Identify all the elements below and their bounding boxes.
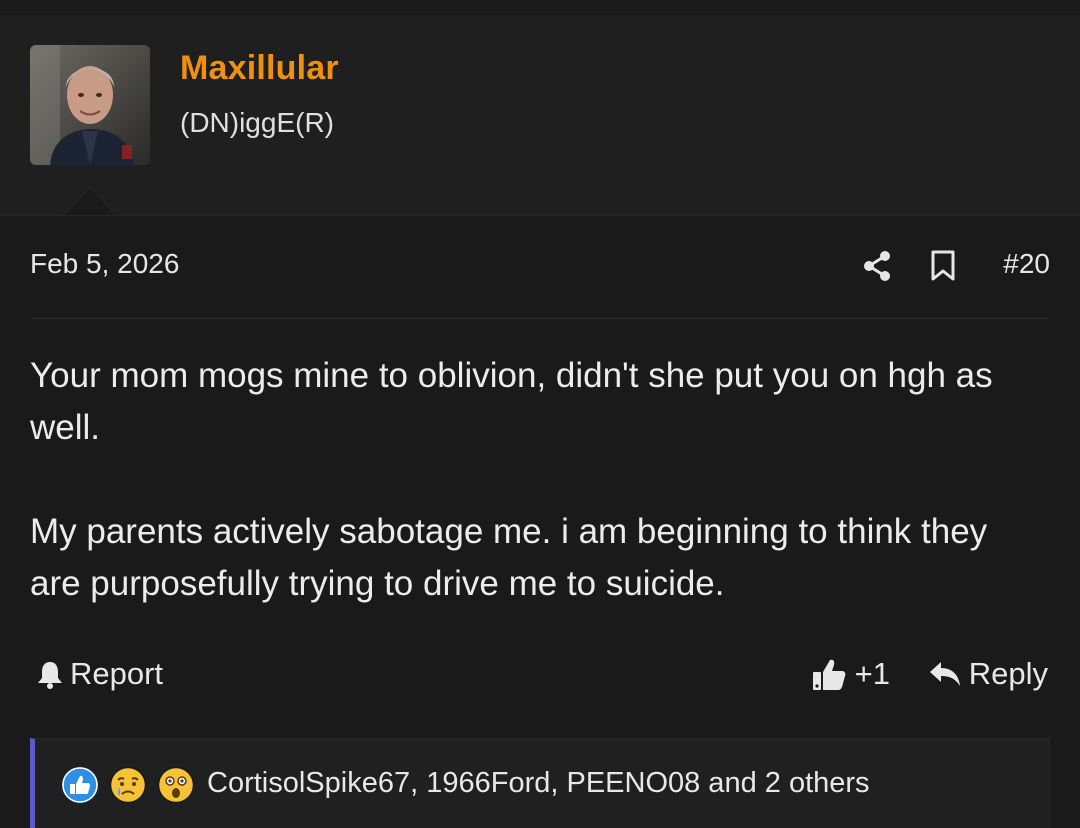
reply-label: Reply [968,656,1048,691]
post-date[interactable]: Feb 5, 2026 [30,248,179,280]
report-label: Report [70,656,164,691]
post-meta: Feb 5, 2026 #20 [30,246,1050,286]
like-button[interactable]: +1 [811,654,890,694]
bookmark-icon[interactable] [930,250,956,282]
reply-button[interactable]: Reply [929,654,1048,694]
share-icon[interactable] [862,250,892,282]
avatar[interactable] [30,45,150,165]
reactions-bar: CortisolSpike67, 1966Ford, PEENO08 and 2… [30,738,1050,828]
divider [30,318,1050,319]
like-reaction-icon[interactable] [61,766,99,804]
bell-icon [38,662,62,689]
thumbs-up-icon [812,659,846,690]
reaction-icons [61,766,205,804]
page: Maxillular (DN)iggE(R) Feb 5, 2026 #20 Y… [0,0,1080,828]
like-count: +1 [854,656,890,691]
report-button[interactable]: Report [36,654,163,694]
post-paragraph: My parents actively sabotage me. i am be… [30,512,988,603]
post-paragraph: Your mom mogs mine to oblivion, didn't s… [30,356,993,447]
sad-reaction-icon[interactable] [109,766,147,804]
post-actions: Report +1 Reply [30,652,1050,696]
post-body: Your mom mogs mine to oblivion, didn't s… [30,350,1030,662]
reply-icon [929,662,960,686]
username[interactable]: Maxillular [180,49,339,88]
reaction-users-link[interactable]: CortisolSpike67, 1966Ford, PEENO08 and 2… [207,767,870,800]
top-strip [0,0,1080,15]
user-title: (DN)iggE(R) [180,107,334,138]
post-user-header: Maxillular (DN)iggE(R) [0,15,1080,216]
post-number-link[interactable]: #20 [1003,248,1050,280]
wow-reaction-icon[interactable] [157,766,195,804]
header-pointer [64,188,116,215]
